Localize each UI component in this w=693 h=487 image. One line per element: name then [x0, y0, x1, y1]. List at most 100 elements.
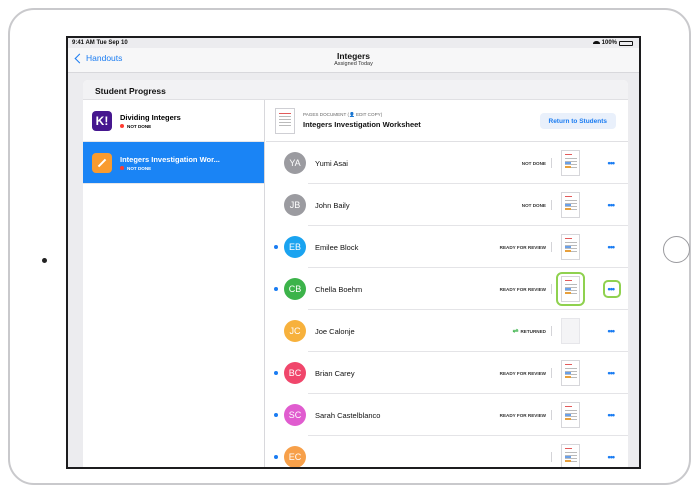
- more-options-icon[interactable]: •••: [608, 326, 616, 336]
- avatar: CB: [284, 278, 306, 300]
- divider: [551, 284, 552, 294]
- divider: [551, 158, 552, 168]
- student-row[interactable]: JC Joe Calonje ⇌ RETURNED •••: [266, 310, 628, 352]
- status-label: READY FOR REVIEW: [499, 370, 546, 376]
- divider: [551, 410, 552, 420]
- status-badge: READY FOR REVIEW: [500, 371, 546, 376]
- student-name: Chella Boehm: [315, 284, 363, 294]
- avatar: SC: [284, 404, 306, 426]
- assignment-integers-worksheet[interactable]: Integers Investigation Wor... NOT DONE: [83, 142, 264, 184]
- status-label: NOT DONE: [521, 202, 546, 208]
- divider: [551, 200, 552, 210]
- document-header: PAGES DOCUMENT (👤 EDIT COPY) Integers In…: [266, 100, 628, 142]
- status-time: 9:41 AM Tue Sep 10: [72, 40, 128, 46]
- battery-icon: [619, 40, 633, 46]
- status-bar: 9:41 AM Tue Sep 10 100%: [68, 38, 639, 48]
- status-right: 100%: [592, 40, 633, 46]
- document-kind: PAGES DOCUMENT (👤 EDIT COPY): [303, 112, 383, 117]
- student-list-pane: PAGES DOCUMENT (👤 EDIT COPY) Integers In…: [266, 100, 628, 467]
- assignment-dividing-integers[interactable]: K! Dividing Integers NOT DONE: [83, 100, 264, 142]
- student-progress-card: Student Progress K! Dividing Integers NO…: [83, 80, 628, 467]
- not-done-dot-icon: [120, 166, 124, 170]
- student-row[interactable]: BC Brian Carey READY FOR REVIEW •••: [266, 352, 628, 394]
- status-badge: NOT DONE: [120, 124, 181, 129]
- more-options-icon[interactable]: •••: [608, 200, 616, 210]
- student-rows: YA Yumi Asai NOT DONE ••• JB John Baily NOT DO…: [266, 142, 628, 467]
- status-badge: READY FOR REVIEW: [500, 287, 546, 292]
- student-name: Joe Calonje: [315, 326, 355, 336]
- student-row[interactable]: CB Chella Boehm READY FOR REVIEW •••: [266, 268, 628, 310]
- status-badge: ⇌ RETURNED: [513, 327, 546, 335]
- status-label: NOT DONE: [127, 165, 152, 171]
- student-name: Sarah Castelblanco: [315, 410, 381, 420]
- avatar: YA: [284, 152, 306, 174]
- document-thumbnail[interactable]: [275, 107, 295, 134]
- battery-percent: 100%: [601, 40, 617, 46]
- student-work-thumbnail[interactable]: [561, 360, 580, 386]
- unread-dot-icon: [274, 455, 278, 459]
- status-badge: NOT DONE: [120, 166, 220, 171]
- student-row[interactable]: EC •••: [266, 436, 628, 467]
- student-name: Brian Carey: [315, 368, 355, 378]
- pages-icon: [92, 152, 112, 173]
- student-work-thumbnail[interactable]: [561, 402, 580, 428]
- more-options-icon[interactable]: •••: [608, 368, 616, 378]
- highlight-more-button: [603, 280, 621, 298]
- status-label: READY FOR REVIEW: [499, 412, 546, 418]
- status-badge: NOT DONE: [522, 161, 546, 166]
- student-name: Emilee Block: [315, 242, 359, 252]
- unread-dot-icon: [274, 371, 278, 375]
- student-work-thumbnail[interactable]: [561, 444, 580, 467]
- nav-bar: Handouts Integers Assigned Today: [68, 48, 639, 73]
- screen: 9:41 AM Tue Sep 10 100% Handouts Integer…: [66, 36, 641, 469]
- student-name: Yumi Asai: [315, 158, 348, 168]
- camera-dot: [42, 258, 47, 263]
- unread-dot-icon: [274, 245, 278, 249]
- student-work-thumbnail[interactable]: [561, 192, 580, 218]
- divider: [551, 452, 552, 462]
- student-work-thumbnail[interactable]: [561, 318, 580, 344]
- avatar: JB: [284, 194, 306, 216]
- unread-dot-icon: [274, 413, 278, 417]
- student-row[interactable]: JB John Baily NOT DONE •••: [266, 184, 628, 226]
- kahoot-icon: K!: [92, 110, 112, 131]
- status-badge: READY FOR REVIEW: [500, 413, 546, 418]
- document-title: Integers Investigation Worksheet: [303, 120, 421, 129]
- divider: [551, 326, 552, 336]
- unread-dot-icon: [274, 287, 278, 291]
- avatar: EC: [284, 446, 306, 467]
- card-header: Student Progress: [83, 80, 628, 100]
- avatar: BC: [284, 362, 306, 384]
- wifi-icon: [592, 40, 600, 46]
- status-label: NOT DONE: [127, 123, 152, 129]
- return-arrow-icon: ⇌: [512, 328, 519, 335]
- student-name: John Baily: [315, 200, 350, 210]
- return-to-students-button[interactable]: Return to Students: [539, 113, 616, 129]
- more-options-icon[interactable]: •••: [608, 158, 616, 168]
- status-badge: NOT DONE: [522, 203, 546, 208]
- assignment-title: Integers Investigation Wor...: [120, 154, 220, 164]
- assignment-title: Dividing Integers: [120, 112, 181, 122]
- student-row[interactable]: YA Yumi Asai NOT DONE •••: [266, 142, 628, 184]
- more-options-icon[interactable]: •••: [608, 242, 616, 252]
- status-label: RETURNED: [520, 328, 546, 334]
- assignment-list: K! Dividing Integers NOT DONE Integers I…: [83, 100, 265, 467]
- highlight-thumbnail: [556, 272, 585, 306]
- home-button[interactable]: [663, 236, 690, 263]
- student-work-thumbnail[interactable]: [561, 234, 580, 260]
- avatar: EB: [284, 236, 306, 258]
- divider: [551, 242, 552, 252]
- page-title: Integers: [336, 51, 371, 61]
- student-work-thumbnail[interactable]: [561, 150, 580, 176]
- more-options-icon[interactable]: •••: [608, 410, 616, 420]
- status-label: READY FOR REVIEW: [499, 244, 546, 250]
- student-row[interactable]: SC Sarah Castelblanco READY FOR REVIEW •••: [266, 394, 628, 436]
- status-badge: READY FOR REVIEW: [500, 245, 546, 250]
- page-subtitle: Assigned Today: [334, 61, 373, 67]
- status-label: NOT DONE: [521, 160, 546, 166]
- not-done-dot-icon: [120, 124, 124, 128]
- status-label: READY FOR REVIEW: [499, 286, 546, 292]
- student-row[interactable]: EB Emilee Block READY FOR REVIEW •••: [266, 226, 628, 268]
- avatar: JC: [284, 320, 306, 342]
- more-options-icon[interactable]: •••: [608, 452, 616, 462]
